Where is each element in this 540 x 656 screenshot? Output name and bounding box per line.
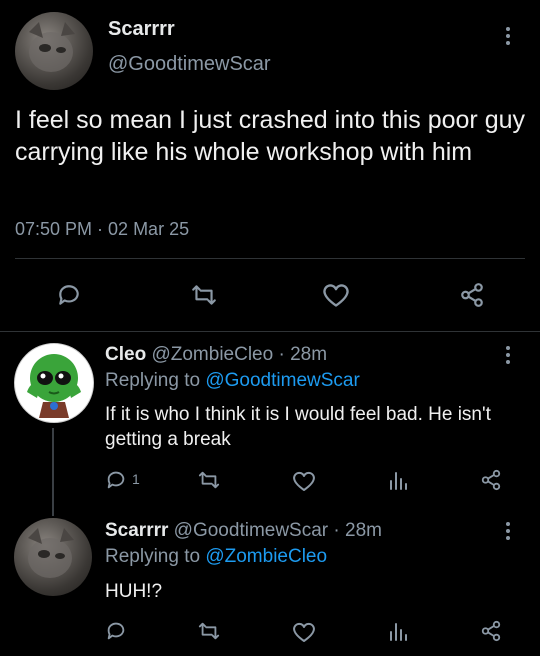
reply-author-handle[interactable]: @GoodtimewScar — [174, 520, 328, 541]
thread-line — [52, 428, 54, 516]
reply-text: If it is who I think it is I would feel … — [105, 404, 491, 450]
retweet-icon[interactable] — [197, 469, 221, 491]
divider — [0, 331, 540, 332]
replying-to-line: Replying to @ZombieCleo — [105, 546, 327, 568]
author-avatar[interactable] — [15, 12, 93, 90]
more-options-icon[interactable] — [506, 522, 510, 540]
more-options-icon[interactable] — [506, 346, 510, 364]
reply-avatar[interactable] — [14, 343, 94, 423]
share-icon[interactable] — [458, 282, 486, 308]
reply-count: 1 — [132, 471, 140, 487]
more-options-icon[interactable] — [506, 27, 510, 45]
reply-avatar[interactable] — [14, 518, 92, 596]
share-icon[interactable] — [480, 620, 502, 642]
reply-header: Scarrrr @GoodtimewScar · 28m — [105, 520, 382, 542]
like-icon[interactable] — [322, 282, 350, 308]
reply-time: · 28m — [278, 344, 328, 365]
reply-text: HUH!? — [105, 581, 163, 602]
reply-icon[interactable] — [105, 469, 127, 491]
analytics-icon[interactable] — [387, 620, 409, 642]
cat-photo-icon — [28, 528, 74, 578]
reply-time: · 28m — [333, 520, 382, 541]
retweet-icon[interactable] — [197, 620, 221, 642]
replying-to-handle[interactable]: @GoodtimewScar — [205, 370, 359, 391]
like-icon[interactable] — [292, 470, 316, 492]
green-character-icon — [27, 354, 81, 418]
divider — [15, 258, 525, 259]
reply-author-name[interactable]: Cleo — [105, 344, 146, 365]
replying-to-line: Replying to @GoodtimewScar — [105, 370, 360, 392]
cat-photo-icon — [29, 22, 75, 72]
replying-to-label: Replying to — [105, 546, 201, 567]
reply-header: Cleo @ZombieCleo · 28m — [105, 344, 327, 366]
share-icon[interactable] — [480, 469, 502, 491]
like-icon[interactable] — [292, 621, 316, 643]
reply-icon[interactable] — [105, 620, 127, 642]
author-name[interactable]: Scarrrr — [108, 18, 175, 41]
retweet-icon[interactable] — [190, 282, 218, 308]
author-handle[interactable]: @GoodtimewScar — [108, 53, 271, 76]
reply-author-name[interactable]: Scarrrr — [105, 520, 168, 541]
analytics-icon[interactable] — [387, 469, 409, 491]
tweet-timestamp: 07:50 PM · 02 Mar 25 — [15, 219, 190, 239]
reply-icon[interactable] — [56, 282, 82, 308]
tweet-text: I feel so mean I just crashed into this … — [15, 106, 525, 166]
replying-to-handle[interactable]: @ZombieCleo — [205, 546, 327, 567]
reply-author-handle[interactable]: @ZombieCleo — [151, 344, 273, 365]
replying-to-label: Replying to — [105, 370, 201, 391]
